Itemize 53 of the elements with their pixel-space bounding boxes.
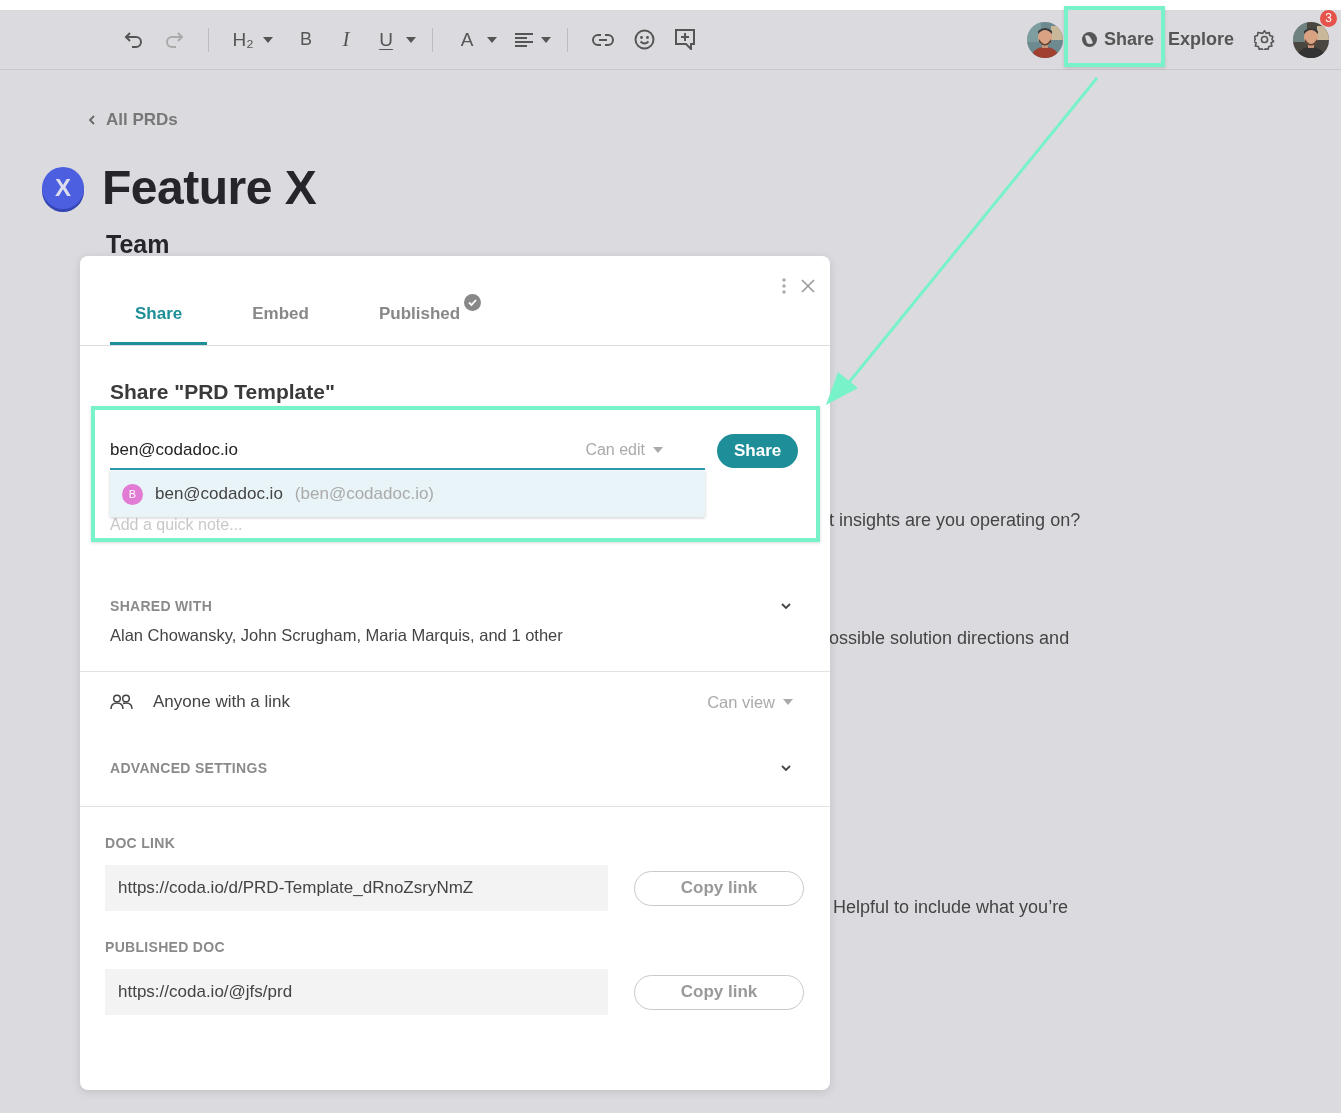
section-label: PUBLISHED DOC: [105, 939, 226, 955]
italic-button[interactable]: I: [335, 26, 357, 53]
user-avatar: B: [122, 483, 143, 505]
chevron-down-icon[interactable]: [780, 602, 792, 610]
text-color-button[interactable]: A: [456, 26, 478, 53]
explore-link[interactable]: Explore: [1167, 29, 1234, 50]
bold-button[interactable]: B: [295, 26, 317, 53]
section-label: SHARED WITH: [110, 598, 213, 614]
copy-link-button[interactable]: Copy link: [634, 974, 804, 1010]
copy-link-button[interactable]: Copy link: [634, 870, 804, 906]
doc-text: ossible solution directions and: [829, 628, 1071, 649]
tab[interactable]: Share: [110, 292, 208, 345]
caret-icon: [653, 447, 663, 453]
caret-icon[interactable]: [487, 36, 497, 43]
share-button[interactable]: Share: [1070, 21, 1164, 58]
section-heading: Team: [106, 229, 171, 259]
undo-icon[interactable]: [124, 30, 144, 49]
globe-icon: [1080, 31, 1098, 48]
link-field[interactable]: https://coda.io/d/PRD-Template_dRnoZsryNmZ: [105, 865, 608, 911]
back-link[interactable]: All PRDs: [88, 110, 1341, 130]
comment-add-icon[interactable]: [675, 29, 695, 50]
settings-icon[interactable]: [1254, 29, 1275, 50]
email-field[interactable]: ben@codadoc.io: [110, 440, 586, 460]
people-icon: [110, 694, 133, 710]
heading-button[interactable]: H₂: [232, 26, 254, 53]
section-label: ADVANCED SETTINGS: [110, 760, 268, 776]
chevron-left-icon: [88, 114, 96, 126]
tab[interactable]: Published: [353, 292, 486, 345]
section-label: DOC LINK: [105, 835, 177, 851]
doc-text: t insights are you operating on?: [829, 510, 1081, 531]
caret-icon[interactable]: [263, 36, 273, 43]
link-access-label: Anyone with a link: [153, 692, 291, 712]
link-icon[interactable]: [592, 33, 614, 46]
underline-button[interactable]: U: [375, 26, 397, 53]
chevron-down-icon[interactable]: [780, 764, 792, 772]
emoji-icon[interactable]: [634, 29, 655, 50]
link-field[interactable]: https://coda.io/@jfs/prd: [105, 969, 608, 1015]
suggestion-name: ben@codadoc.io: [155, 484, 283, 504]
share-button[interactable]: Share: [717, 434, 799, 468]
close-icon[interactable]: [800, 278, 816, 294]
doc-icon: X: [42, 166, 84, 209]
suggestion-email: (ben@codadoc.io): [294, 484, 435, 504]
doc-text: Helpful to include what you’re: [833, 897, 1070, 918]
suggestion-item[interactable]: B ben@codadoc.io (ben@codadoc.io): [110, 471, 705, 517]
caret-icon: [783, 699, 793, 705]
caret-icon[interactable]: [406, 36, 416, 43]
align-icon[interactable]: [515, 32, 533, 47]
tab[interactable]: Embed: [227, 292, 334, 345]
shared-people: Alan Chowansky, John Scrugham, Maria Marquis, and 1 other: [110, 626, 564, 646]
dialog-heading: Share "PRD Template": [110, 380, 336, 404]
notification-badge: 3: [1320, 9, 1337, 27]
doc-title: Feature X: [102, 160, 317, 215]
caret-icon[interactable]: [541, 36, 551, 43]
